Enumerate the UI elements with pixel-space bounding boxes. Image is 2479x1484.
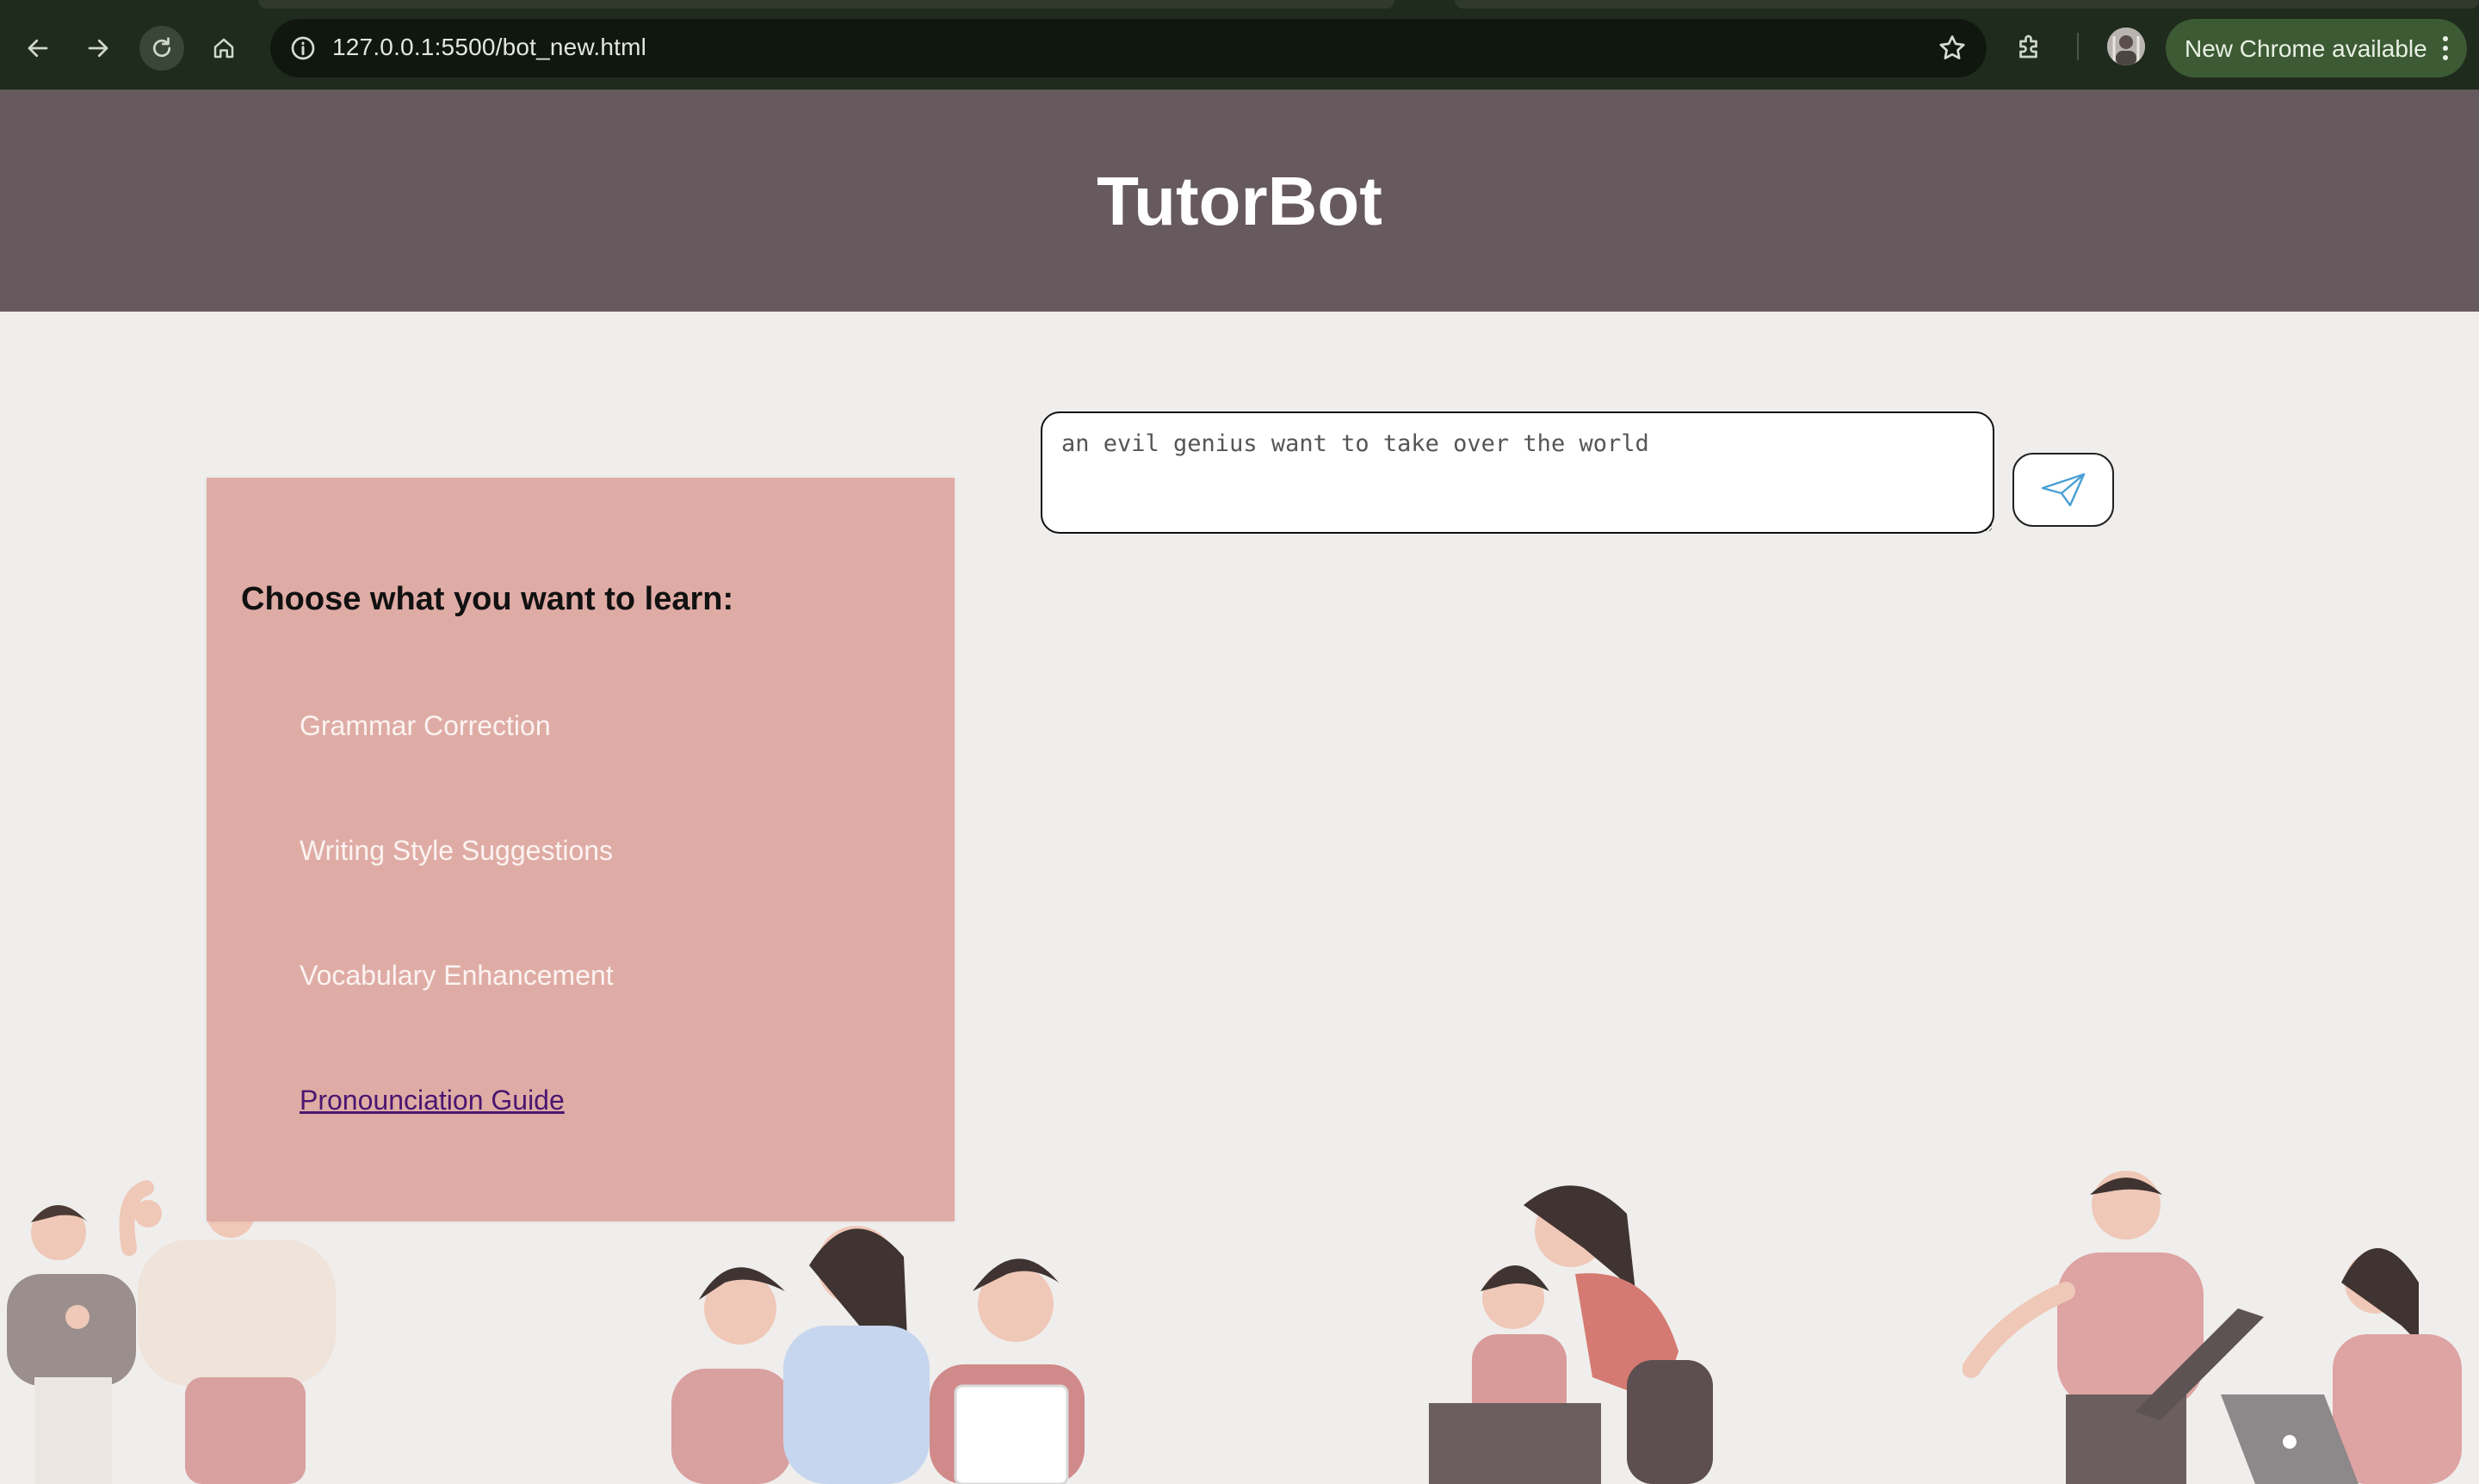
tab-edge: [1455, 0, 2479, 9]
url-text[interactable]: 127.0.0.1:5500/bot_new.html: [332, 34, 646, 61]
paper-plane-icon: [2041, 473, 2086, 507]
back-button[interactable]: [15, 26, 60, 71]
option-pronounciation-guide[interactable]: Pronounciation Guide: [300, 1085, 565, 1116]
home-button[interactable]: [201, 26, 246, 71]
home-icon: [213, 38, 234, 59]
option-writing-style-suggestions[interactable]: Writing Style Suggestions: [300, 835, 613, 867]
teacher-student-illustration: [1429, 1185, 1713, 1484]
option-vocabulary-enhancement[interactable]: Vocabulary Enhancement: [300, 960, 614, 992]
reload-icon: [152, 37, 171, 58]
learn-options-panel: Choose what you want to learn: Grammar C…: [207, 478, 955, 1221]
toolbar-divider: [2077, 33, 2079, 60]
kebab-icon: [2443, 36, 2448, 60]
profile-avatar[interactable]: [2107, 28, 2145, 65]
chrome-update-button[interactable]: New Chrome available: [2166, 19, 2467, 77]
page-title: TutorBot: [1097, 163, 1382, 239]
tab-edge: [258, 0, 1394, 9]
browser-toolbar: 127.0.0.1:5500/bot_new.html New Chrome a…: [0, 0, 2479, 90]
avatar-image: [2107, 28, 2145, 65]
message-input[interactable]: [1041, 411, 1994, 534]
reload-button[interactable]: [139, 26, 184, 71]
send-button[interactable]: [2012, 453, 2114, 527]
forward-button[interactable]: [76, 26, 121, 71]
puzzle-icon[interactable]: [2014, 31, 2045, 62]
address-bar[interactable]: 127.0.0.1:5500/bot_new.html: [270, 19, 1987, 77]
students-illustration-center: [671, 1226, 1085, 1484]
students-illustration-left: [7, 1180, 336, 1484]
star-icon[interactable]: [1937, 33, 1968, 64]
option-grammar-correction[interactable]: Grammar Correction: [300, 710, 551, 742]
learn-heading: Choose what you want to learn:: [241, 581, 734, 617]
page-header: TutorBot: [0, 90, 2479, 312]
arrow-left-icon: [28, 39, 48, 58]
update-label: New Chrome available: [2185, 35, 2427, 62]
info-icon[interactable]: [289, 34, 317, 62]
students-illustration-right: [1963, 1171, 2462, 1484]
arrow-right-icon: [88, 39, 108, 58]
